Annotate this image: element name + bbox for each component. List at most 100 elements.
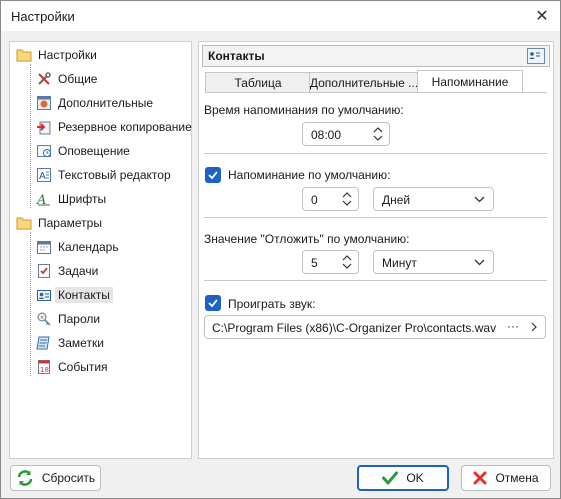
tab-label: Таблица <box>234 75 282 90</box>
tree-item-label: События <box>58 360 108 374</box>
section-separator <box>204 280 547 281</box>
tree-item-text-editor[interactable]: A Текстовый редактор <box>36 164 171 186</box>
settings-advanced-icon <box>36 95 52 111</box>
tree-group-parameters[interactable]: Параметры <box>16 212 102 234</box>
refresh-icon <box>16 469 34 487</box>
reset-button[interactable]: Сбросить <box>10 465 101 491</box>
snooze-unit: Минут <box>382 256 417 270</box>
tree-group-label: Настройки <box>38 48 97 62</box>
checkmark-icon <box>382 471 399 485</box>
folder-icon <box>16 215 32 231</box>
tree-item-calendar[interactable]: Календарь <box>36 236 119 258</box>
calendar-icon <box>36 239 52 255</box>
reminder-time-value: 08:00 <box>311 128 342 142</box>
play-sound-label: Проиграть звук: <box>228 297 316 311</box>
close-icon: ✕ <box>535 8 549 25</box>
tree-group-label: Параметры <box>38 216 102 230</box>
tree-item-notification[interactable]: Оповещение <box>36 140 130 162</box>
passwords-icon <box>36 311 52 327</box>
snooze-label: Значение "Отложить" по умолчанию: <box>204 232 410 246</box>
spinner-arrows-icon[interactable] <box>341 253 353 271</box>
spinner-arrows-icon[interactable] <box>341 190 353 208</box>
default-reminder-label: Напоминание по умолчанию: <box>228 168 391 182</box>
tree-item-fonts[interactable]: A Шрифты <box>36 188 106 210</box>
tools-icon <box>36 71 52 87</box>
snooze-value: 5 <box>311 256 318 270</box>
tree-group-settings[interactable]: Настройки <box>16 44 97 66</box>
ok-button-label: OK <box>406 471 424 485</box>
tree-item-label: Резервное копирование <box>58 120 192 134</box>
snooze-value-field[interactable]: 5 <box>302 250 359 274</box>
svg-text:18: 18 <box>40 366 49 374</box>
fonts-icon: A <box>36 191 52 207</box>
tab-underline <box>205 92 547 93</box>
tree-item-label: Задачи <box>58 264 99 278</box>
chevron-down-icon <box>474 196 485 203</box>
panel-header: Контакты <box>202 45 550 67</box>
tree-item-notes[interactable]: Заметки <box>36 332 104 354</box>
notification-icon <box>36 143 52 159</box>
sound-file-field[interactable]: C:\Program Files (x86)\C-Organizer Pro\c… <box>204 315 546 339</box>
tree-item-label: Дополнительные <box>58 96 153 110</box>
reset-button-label: Сбросить <box>41 471 96 485</box>
cancel-button[interactable]: Отмена <box>461 465 551 491</box>
settings-tree: Настройки Общие Дополнительные Резервное… <box>9 41 192 459</box>
notes-icon <box>36 335 52 351</box>
window-title: Настройки <box>11 9 75 24</box>
chevron-down-icon <box>474 259 485 266</box>
ok-button[interactable]: OK <box>357 465 449 491</box>
events-icon: 18 <box>36 359 52 375</box>
tree-item-label: Контакты <box>55 287 113 303</box>
tab-label: Дополнительные ... <box>309 75 419 90</box>
tab-additional[interactable]: Дополнительные ... <box>309 72 419 92</box>
snooze-unit-select[interactable]: Минут <box>373 250 494 274</box>
contacts-icon <box>36 287 52 303</box>
checkmark-icon <box>208 299 218 308</box>
tree-item-label: Заметки <box>58 336 104 350</box>
folder-icon <box>16 47 32 63</box>
tab-reminder[interactable]: Напоминание <box>417 70 523 93</box>
tree-item-label: Текстовый редактор <box>58 168 171 182</box>
panel-title: Контакты <box>208 49 265 63</box>
cancel-button-label: Отмена <box>495 471 539 485</box>
tree-item-backup[interactable]: Резервное копирование <box>36 116 192 138</box>
section-separator <box>204 153 547 154</box>
tab-strip: Таблица Дополнительные ... Напоминание <box>205 70 547 93</box>
close-button[interactable]: ✕ <box>524 1 560 31</box>
tree-item-label: Шрифты <box>58 192 107 206</box>
tree-item-label: Пароли <box>58 312 101 326</box>
cross-icon <box>473 471 487 485</box>
tree-item-events[interactable]: 18 События <box>36 356 108 378</box>
default-reminder-unit-select[interactable]: Дней <box>373 187 494 211</box>
reminder-time-label: Время напоминания по умолчанию: <box>204 103 404 117</box>
tree-item-tasks[interactable]: Задачи <box>36 260 98 282</box>
tree-item-contacts[interactable]: Контакты <box>36 284 113 306</box>
reminder-time-field[interactable]: 08:00 <box>302 122 390 146</box>
title-bar: Настройки ✕ <box>1 1 560 31</box>
settings-dialog: Настройки ✕ Настройки Общие Дополнительн… <box>0 0 561 499</box>
tab-table[interactable]: Таблица <box>205 72 311 92</box>
section-separator <box>204 217 547 218</box>
tree-connector <box>30 232 31 376</box>
tree-item-label: Оповещение <box>58 144 130 158</box>
tree-connector <box>30 64 31 208</box>
tree-item-passwords[interactable]: Пароли <box>36 308 100 330</box>
text-editor-icon: A <box>36 167 52 183</box>
default-reminder-unit: Дней <box>382 193 411 207</box>
svg-text:A: A <box>39 171 46 182</box>
chevron-right-icon[interactable] <box>530 322 538 332</box>
default-reminder-checkbox[interactable] <box>205 167 221 183</box>
tasks-icon <box>36 263 52 279</box>
default-reminder-value-field[interactable]: 0 <box>302 187 359 211</box>
checkmark-icon <box>208 171 218 180</box>
contacts-settings-panel: Контакты Таблица Дополнительные ... Напо… <box>198 41 554 459</box>
tree-item-advanced[interactable]: Дополнительные <box>36 92 153 114</box>
play-sound-checkbox[interactable] <box>205 295 221 311</box>
tree-item-label: Общие <box>58 72 98 86</box>
tab-label: Напоминание <box>431 75 509 89</box>
backup-icon <box>36 119 52 135</box>
spinner-arrows-icon[interactable] <box>372 125 384 143</box>
browse-button[interactable]: ··· <box>507 319 519 333</box>
tree-item-label: Календарь <box>58 240 119 254</box>
tree-item-general[interactable]: Общие <box>36 68 97 90</box>
